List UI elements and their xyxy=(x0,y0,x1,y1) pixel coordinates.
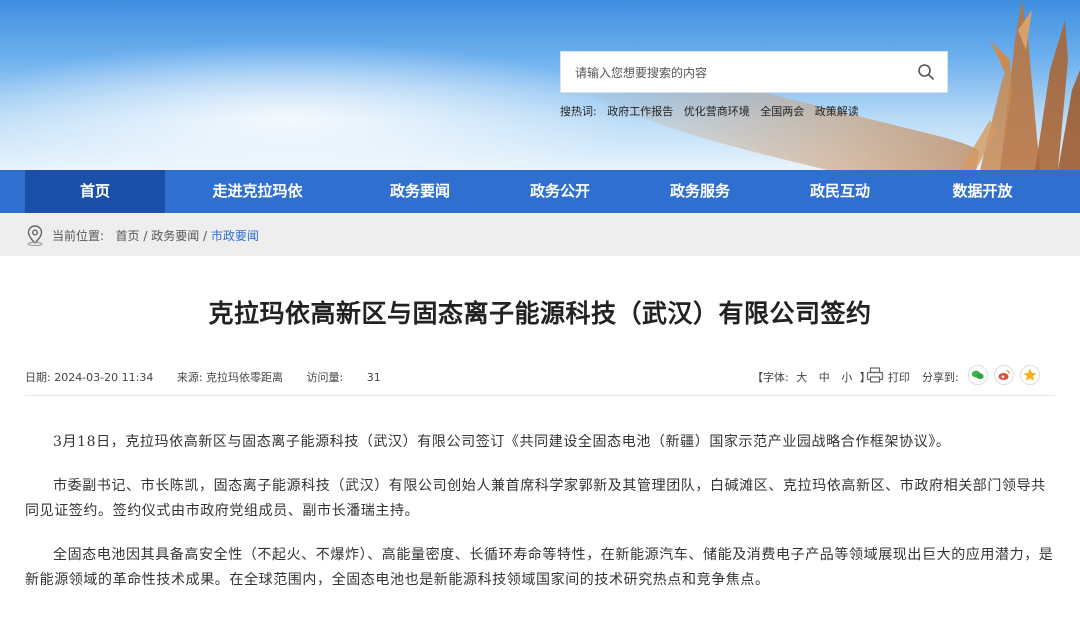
article-paragraph: 全固态电池因其具备高安全性（不起火、不爆炸）、高能量密度、长循环寿命等特性，在新… xyxy=(25,547,1054,588)
visits-label: 访问量: xyxy=(306,371,344,384)
location-pin-icon xyxy=(27,225,43,246)
search-input[interactable] xyxy=(573,52,907,94)
hot-word-link[interactable]: 全国两会 xyxy=(760,105,804,118)
article-title: 克拉玛依高新区与固态离子能源科技（武汉）有限公司签约 xyxy=(208,299,872,328)
nav-item-government-services[interactable]: 政务服务 xyxy=(630,170,770,213)
font-medium-button[interactable]: 中 xyxy=(819,371,830,384)
main-nav: 首页 走进克拉玛依 政务要闻 政务公开 政务服务 政民互动 数据开放 xyxy=(0,170,1080,213)
search-icon[interactable] xyxy=(917,63,935,81)
nav-item-government-affairs[interactable]: 政务公开 xyxy=(490,170,630,213)
article-paragraph: 市委副书记、市长陈凯，固态离子能源科技（武汉）有限公司创始人兼首席科学家郭新及其… xyxy=(25,478,1046,519)
font-size-label: 【字体: xyxy=(752,371,789,384)
breadcrumb-separator: / xyxy=(139,229,152,243)
nav-item-government-news[interactable]: 政务要闻 xyxy=(350,170,490,213)
hot-word-link[interactable]: 政府工作报告 xyxy=(607,105,673,118)
font-large-button[interactable]: 大 xyxy=(796,371,807,384)
breadcrumb-separator: / xyxy=(199,229,211,243)
banner-glow xyxy=(0,40,640,170)
nav-item-open-data[interactable]: 数据开放 xyxy=(910,170,1055,213)
nav-item-public-interaction[interactable]: 政民互动 xyxy=(770,170,910,213)
weibo-icon[interactable] xyxy=(994,365,1014,385)
meta-divider xyxy=(25,395,1055,396)
hot-words: 搜热词: 政府工作报告 优化营商环境 全国两会 政策解读 xyxy=(560,103,866,119)
breadcrumb-section-link[interactable]: 政务要闻 xyxy=(151,229,199,243)
visits-count: 31 xyxy=(366,371,381,384)
print-button[interactable]: 打印 xyxy=(888,369,910,385)
printer-icon[interactable] xyxy=(866,366,884,384)
nav-item-about-karamay[interactable]: 走进克拉玛依 xyxy=(165,170,350,213)
monument-sculpture-icon xyxy=(960,0,1080,170)
breadcrumb: 当前位置: 首页 / 政务要闻 / 市政要闻 xyxy=(0,213,1080,256)
article-paragraph: 3月18日，克拉玛依高新区与固态离子能源科技（武汉）有限公司签订《共同建设全固态… xyxy=(53,434,951,450)
article-meta: 日期: 2024-03-20 11:34 来源: 克拉玛依零距离 访问量: 31 xyxy=(25,369,401,385)
wechat-icon[interactable] xyxy=(968,365,988,385)
search-box xyxy=(560,51,948,94)
article-date: 日期: 2024-03-20 11:34 xyxy=(25,371,154,384)
breadcrumb-current-link[interactable]: 市政要闻 xyxy=(211,229,259,243)
hot-word-link[interactable]: 政策解读 xyxy=(815,105,859,118)
nav-item-home[interactable]: 首页 xyxy=(25,170,165,213)
font-small-button[interactable]: 小 xyxy=(841,371,852,384)
article-source: 来源: 克拉玛依零距离 xyxy=(176,371,284,384)
qzone-icon[interactable] xyxy=(1020,365,1040,385)
breadcrumb-label: 当前位置: xyxy=(52,229,105,243)
breadcrumb-home-link[interactable]: 首页 xyxy=(116,229,140,243)
share-label: 分享到: xyxy=(922,371,959,384)
hot-words-label: 搜热词: xyxy=(560,105,597,118)
hot-word-link[interactable]: 优化营商环境 xyxy=(684,105,750,118)
header-banner: 搜热词: 政府工作报告 优化营商环境 全国两会 政策解读 xyxy=(0,0,1080,170)
article-body: 3月18日，克拉玛依高新区与固态离子能源科技（武汉）有限公司签订《共同建设全固态… xyxy=(25,430,1055,612)
font-size-control: 【字体: 大 中 小 】 xyxy=(752,369,871,385)
